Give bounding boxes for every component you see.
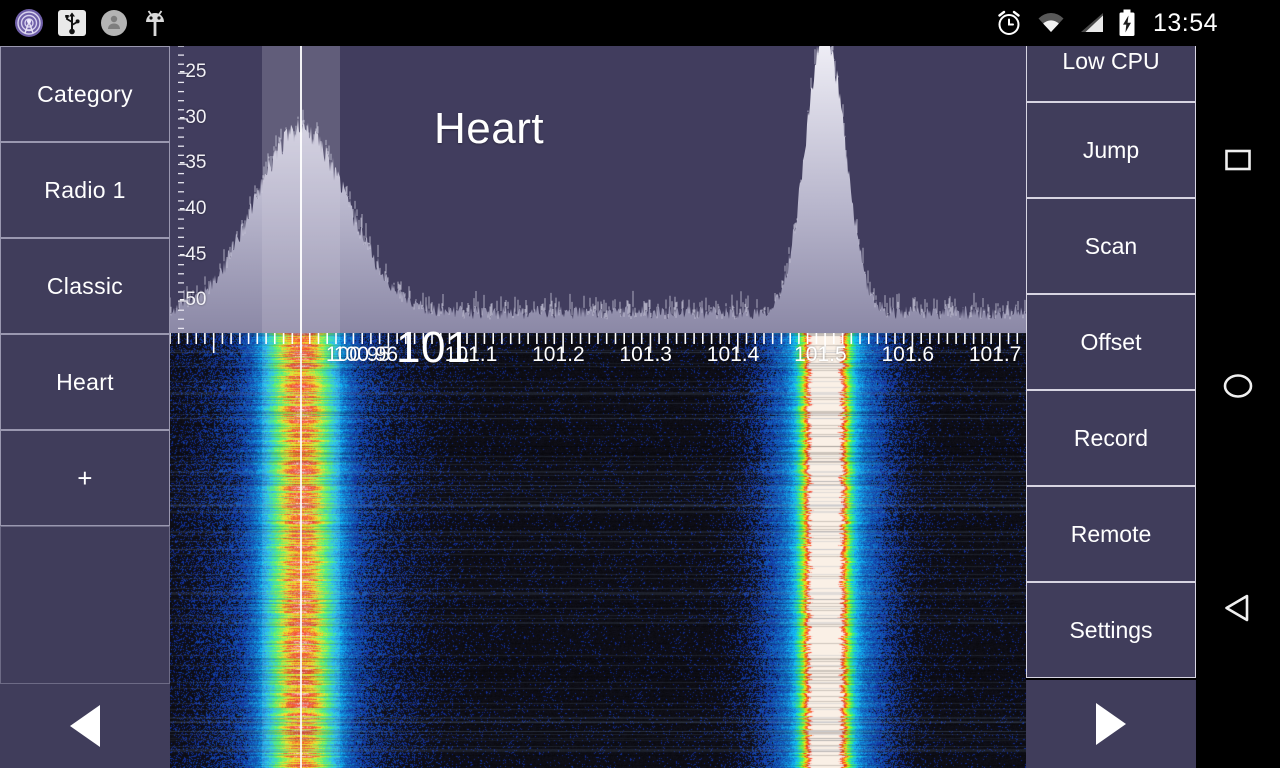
triangle-left-icon — [70, 705, 100, 747]
tool-item-settings[interactable]: Settings — [1026, 582, 1196, 678]
y-axis-tick-label: -50 — [179, 289, 206, 311]
tool-item-offset[interactable]: Offset — [1026, 294, 1196, 390]
tool-item-scan[interactable]: Scan — [1026, 198, 1196, 294]
sidebar-item-label: Category — [37, 81, 133, 108]
tool-item-label: Settings — [1069, 617, 1152, 644]
wifi-icon — [1036, 11, 1066, 35]
waterfall-canvas — [170, 333, 1026, 768]
alarm-icon — [995, 9, 1023, 37]
tool-item-jump[interactable]: Jump — [1026, 102, 1196, 198]
android-status-bar: 13:54 — [0, 0, 1280, 46]
sidebar-item-add[interactable]: + — [0, 430, 170, 526]
recents-button[interactable] — [1196, 118, 1280, 202]
x-axis-tick-label: 101.6 — [881, 343, 934, 367]
tool-item-label: Offset — [1081, 329, 1142, 356]
recents-square-icon — [1223, 145, 1253, 175]
status-notification-icons — [14, 0, 168, 46]
y-axis-tick-label: -35 — [179, 152, 206, 174]
rdsdr-broadcast-icon — [14, 8, 44, 38]
tool-item-label: Jump — [1083, 137, 1139, 164]
tool-item-record[interactable]: Record — [1026, 390, 1196, 486]
y-axis-tick-label: -45 — [179, 244, 206, 266]
tools-sidebar: Low CPU Jump Scan Offset Record Remote S… — [1026, 46, 1196, 768]
tuned-frequency-label: 101 — [396, 323, 471, 373]
sidebar-item-label: Radio 1 — [44, 177, 125, 204]
tool-item-label: Record — [1074, 425, 1148, 452]
play-button[interactable] — [1026, 680, 1196, 768]
sidebar-item-radio-1[interactable]: Radio 1 — [0, 142, 170, 238]
tool-item-remote[interactable]: Remote — [1026, 486, 1196, 582]
tool-item-label: Scan — [1085, 233, 1137, 260]
sidebar-item-heart[interactable]: Heart — [0, 334, 170, 430]
spectrum-plot[interactable]: -25 -30 -35 -40 -45 -50 Heart — [170, 46, 1026, 333]
x-axis-tick-label: 101.4 — [707, 343, 760, 367]
home-circle-icon — [1221, 371, 1255, 401]
battery-charging-icon — [1118, 9, 1136, 37]
x-axis-tick-label: 100.96 — [334, 343, 398, 367]
y-axis-tick-label: -40 — [179, 198, 206, 220]
x-axis-tick-label: 101.2 — [532, 343, 585, 367]
preset-sidebar: Category Radio 1 Classic Heart + — [0, 46, 170, 768]
radio-main-view[interactable]: -25-30-35-40-45-50 Heart 100.95100.96101… — [170, 46, 1026, 768]
tool-item-low-cpu[interactable]: Low CPU — [1026, 46, 1196, 102]
x-axis-tick-label: 101.5 — [794, 343, 847, 367]
tool-item-label: Low CPU — [1062, 48, 1159, 75]
status-system-icons: 13:54 — [995, 0, 1218, 46]
app-root: 13:54 Category Radio 1 Classic Heart + — [0, 0, 1280, 768]
home-button[interactable] — [1196, 344, 1280, 428]
user-icon — [100, 9, 128, 37]
back-button[interactable] — [1196, 566, 1280, 650]
usb-icon — [58, 9, 86, 37]
signal-icon — [1079, 11, 1105, 35]
sidebar-item-label: Heart — [56, 369, 114, 396]
y-axis-tick-label: -30 — [179, 107, 206, 129]
triangle-right-icon — [1096, 703, 1126, 745]
y-axis-tick-label: -25 — [179, 61, 206, 83]
sidebar-item-category[interactable]: Category — [0, 46, 170, 142]
tool-item-label: Remote — [1071, 521, 1152, 548]
android-nav-bar — [1196, 46, 1280, 768]
android-debug-icon — [142, 8, 168, 38]
status-clock: 13:54 — [1149, 11, 1218, 36]
x-axis-tick-label: 101.3 — [619, 343, 672, 367]
waterfall-spectrogram[interactable] — [170, 333, 1026, 768]
sidebar-item-classic[interactable]: Classic — [0, 238, 170, 334]
sidebar-empty-slot[interactable] — [0, 526, 170, 684]
spectrum-trace — [170, 46, 1026, 333]
sidebar-item-label: + — [77, 463, 92, 494]
previous-button[interactable] — [0, 684, 170, 768]
sidebar-item-label: Classic — [47, 273, 123, 300]
station-name-label: Heart — [434, 104, 544, 154]
back-triangle-icon — [1221, 592, 1255, 624]
x-axis-tick-label: 101.7 — [969, 343, 1022, 367]
